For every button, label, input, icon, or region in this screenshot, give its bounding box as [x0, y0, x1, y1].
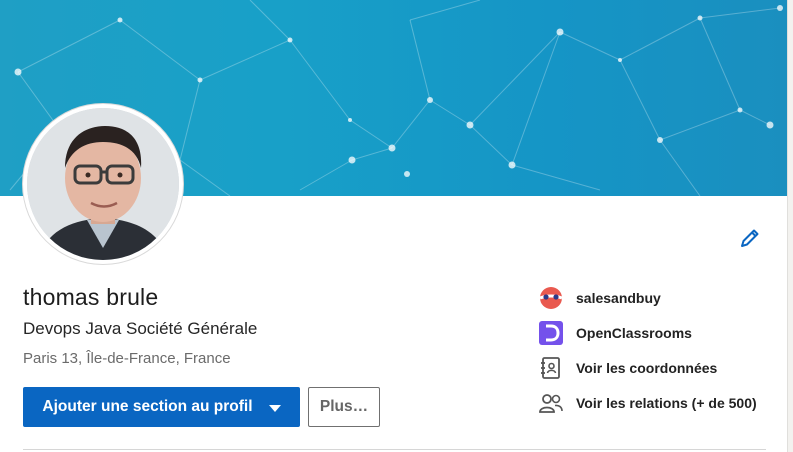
salesandbuy-logo — [538, 285, 564, 311]
school-label: OpenClassrooms — [576, 325, 692, 341]
current-company-link[interactable]: salesandbuy — [538, 285, 661, 311]
more-button[interactable]: Plus… — [308, 387, 380, 427]
school-link[interactable]: OpenClassrooms — [538, 320, 692, 346]
profile-location: Paris 13, Île-de-France, France — [23, 350, 231, 367]
pencil-icon — [741, 229, 759, 247]
openclassrooms-logo — [538, 320, 564, 346]
current-company-label: salesandbuy — [576, 290, 661, 306]
section-divider — [23, 449, 766, 450]
profile-name: thomas brule — [23, 284, 159, 310]
profile-photo[interactable] — [23, 104, 183, 264]
connections-label: Voir les relations (+ de 500) — [576, 395, 757, 411]
add-profile-section-button[interactable]: Ajouter une section au profil — [23, 387, 300, 427]
edit-profile-button[interactable] — [736, 224, 764, 252]
people-icon — [538, 390, 564, 416]
contact-info-link[interactable]: Voir les coordonnées — [538, 355, 717, 381]
person-portrait — [27, 108, 179, 260]
profile-headline: Devops Java Société Générale — [23, 319, 258, 338]
more-button-label: Plus… — [319, 398, 369, 415]
contact-info-label: Voir les coordonnées — [576, 360, 718, 376]
add-profile-section-label: Ajouter une section au profil — [42, 398, 253, 415]
avatar — [27, 108, 179, 260]
connections-link[interactable]: Voir les relations (+ de 500) — [538, 390, 757, 416]
contact-card-icon — [538, 355, 564, 381]
caret-down-icon — [268, 404, 281, 412]
profile-card: thomas brule Devops Java Société Général… — [0, 0, 788, 452]
